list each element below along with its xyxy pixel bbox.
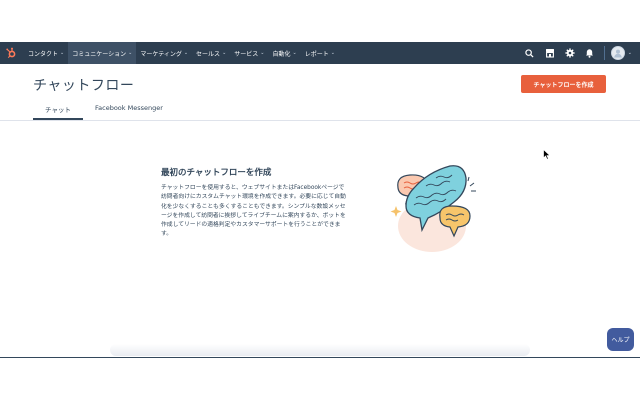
nav-item-label: マーケティング (140, 50, 182, 58)
description-line: チャットフローを使用すると、ウェブサイトまたはFacebookページで (161, 185, 345, 191)
nav-item-label: 自動化 (272, 50, 291, 58)
nav-item-label: セールス (196, 50, 221, 58)
mouse-cursor-icon (543, 145, 551, 160)
description-line: 化を少なくすることも多くすることもできます。シンプルな数設メッセ (161, 203, 346, 210)
chevron-down-icon: ⌄ (60, 50, 65, 56)
nav-item-reports[interactable]: レポート ⌄ (301, 42, 339, 64)
tab-chat[interactable]: チャット (33, 100, 83, 120)
chevron-down-icon: ⌄ (292, 50, 297, 56)
tab-facebook-messenger[interactable]: Facebook Messenger (95, 100, 175, 120)
nav-utilities: ⌄ (520, 42, 640, 64)
description-line: 訪問者向けにカスタムチャット環境を作成できます。必要に応じて自動 (161, 194, 346, 201)
bottom-divider (0, 357, 640, 358)
nav-item-label: コミュニケーション (72, 50, 127, 58)
nav-item-service[interactable]: サービス ⌄ (230, 42, 268, 64)
description-line: 作成してリードの適格判定やカスタマーサポートを行うことができま (161, 222, 341, 229)
chevron-down-icon: ⌄ (260, 50, 265, 56)
nav-item-conversations[interactable]: コミュニケーション ⌄ (68, 42, 137, 64)
page-title: チャットフロー (33, 78, 135, 94)
footer-shadow (110, 344, 530, 356)
tabs-divider (0, 120, 640, 121)
tab-bar: チャット Facebook Messenger (33, 100, 175, 120)
user-avatar[interactable] (610, 46, 625, 60)
search-icon[interactable] (520, 42, 540, 64)
help-button[interactable]: ヘルプ (607, 328, 634, 351)
nav-item-contacts[interactable]: コンタクト ⌄ (24, 42, 68, 64)
create-chatflow-button[interactable]: チャットフローを作成 (521, 75, 606, 93)
top-navigation-bar: コンタクト ⌄ コミュニケーション ⌄ マーケティング ⌄ セールス ⌄ サービス ⌄ 自… (0, 42, 640, 64)
chevron-down-icon: ⌄ (128, 50, 133, 56)
chat-bubbles-illustration (384, 158, 484, 258)
hubspot-logo-icon[interactable] (0, 42, 22, 64)
nav-item-marketing[interactable]: マーケティング ⌄ (136, 42, 192, 64)
chevron-down-icon: ⌄ (330, 50, 335, 56)
nav-item-label: コンタクト (28, 50, 59, 58)
nav-item-label: レポート (304, 50, 329, 58)
empty-state-title: 最初のチャットフローを作成 (161, 168, 272, 178)
nav-item-automation[interactable]: 自動化 ⌄ (268, 42, 300, 64)
description-line: す。 (161, 231, 173, 238)
notifications-icon[interactable] (580, 42, 600, 64)
empty-state-description: チャットフローを使用すると、ウェブサイトまたはFacebookページで 訪問者向… (161, 184, 361, 240)
nav-divider (603, 46, 605, 60)
chevron-down-icon: ⌄ (222, 50, 227, 56)
description-line: ージを作成して訪問者に挨拶してライブチームに案内するか、ボットを (161, 212, 346, 219)
main-nav: コンタクト ⌄ コミュニケーション ⌄ マーケティング ⌄ セールス ⌄ サービス ⌄ 自… (24, 42, 339, 64)
settings-icon[interactable] (560, 42, 580, 64)
chevron-down-icon: ⌄ (183, 50, 189, 56)
chevron-down-icon[interactable]: ⌄ (628, 50, 632, 56)
nav-item-label: サービス (234, 50, 259, 58)
marketplace-icon[interactable] (540, 42, 560, 64)
nav-item-sales[interactable]: セールス ⌄ (192, 42, 230, 64)
